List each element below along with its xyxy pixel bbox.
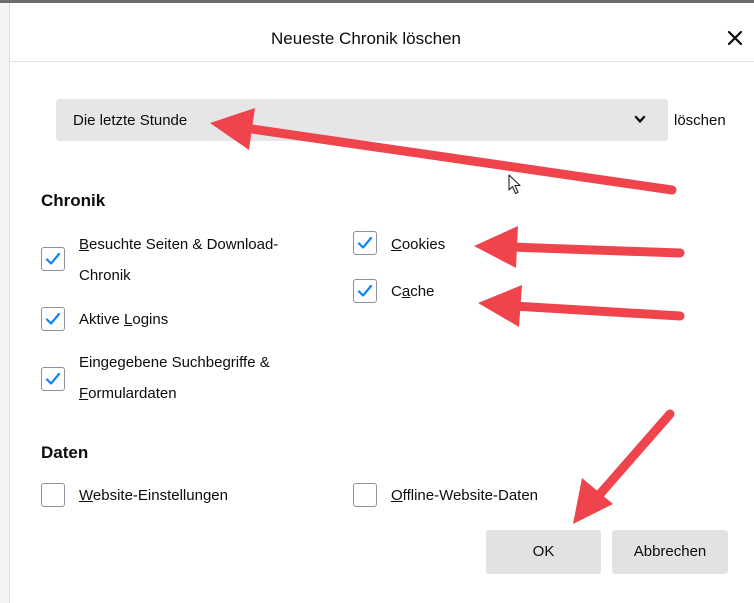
cookies-label[interactable]: Cookies	[391, 229, 445, 260]
clear-history-dialog: Neueste Chronik löschen Die letzte Stund…	[10, 3, 754, 603]
access-key: C	[391, 236, 402, 253]
checkmark-icon	[45, 372, 61, 385]
ok-button[interactable]: OK	[486, 530, 601, 574]
active-logins-label[interactable]: Aktive Logins	[79, 304, 168, 335]
close-button[interactable]	[722, 25, 748, 51]
access-key: W	[79, 487, 93, 504]
checkmark-icon	[357, 284, 373, 297]
chevron-down-icon	[634, 115, 646, 123]
mouse-cursor-icon	[508, 174, 521, 195]
close-icon	[727, 30, 743, 46]
background-window-edge	[0, 3, 10, 603]
browsing-download-history-label[interactable]: Besuchte Seiten & Download- Chronik	[79, 229, 278, 291]
cache-checkbox[interactable]	[353, 279, 377, 303]
timerange-suffix-label: löschen	[674, 112, 726, 129]
cancel-button[interactable]: Abbrechen	[612, 530, 728, 574]
form-search-history-label[interactable]: Eingegebene Suchbegriffe & Formulardaten	[79, 347, 270, 409]
checkmark-icon	[357, 236, 373, 249]
offline-website-data-label[interactable]: Offline-Website-Daten	[391, 480, 538, 511]
access-key: F	[79, 385, 89, 402]
site-settings-label[interactable]: Website-Einstellungen	[79, 480, 228, 511]
checkmark-icon	[45, 252, 61, 265]
checkmark-icon	[45, 312, 61, 325]
cookies-checkbox[interactable]	[353, 231, 377, 255]
offline-website-data-checkbox[interactable]	[353, 483, 377, 507]
dialog-titlebar: Neueste Chronik löschen	[10, 3, 754, 62]
data-section-heading: Daten	[41, 443, 89, 462]
timerange-selected-value: Die letzte Stunde	[73, 112, 188, 129]
access-key: a	[401, 283, 411, 300]
timerange-dropdown[interactable]: Die letzte Stunde	[56, 99, 668, 141]
access-key: B	[79, 236, 90, 253]
site-settings-checkbox[interactable]	[41, 483, 65, 507]
form-search-history-checkbox[interactable]	[41, 367, 65, 391]
active-logins-checkbox[interactable]	[41, 307, 65, 331]
access-key: O	[391, 487, 403, 504]
cache-label[interactable]: Cache	[391, 276, 434, 307]
dialog-title: Neueste Chronik löschen	[271, 29, 461, 48]
history-section-heading: Chronik	[41, 191, 106, 210]
browsing-download-history-checkbox[interactable]	[41, 247, 65, 271]
